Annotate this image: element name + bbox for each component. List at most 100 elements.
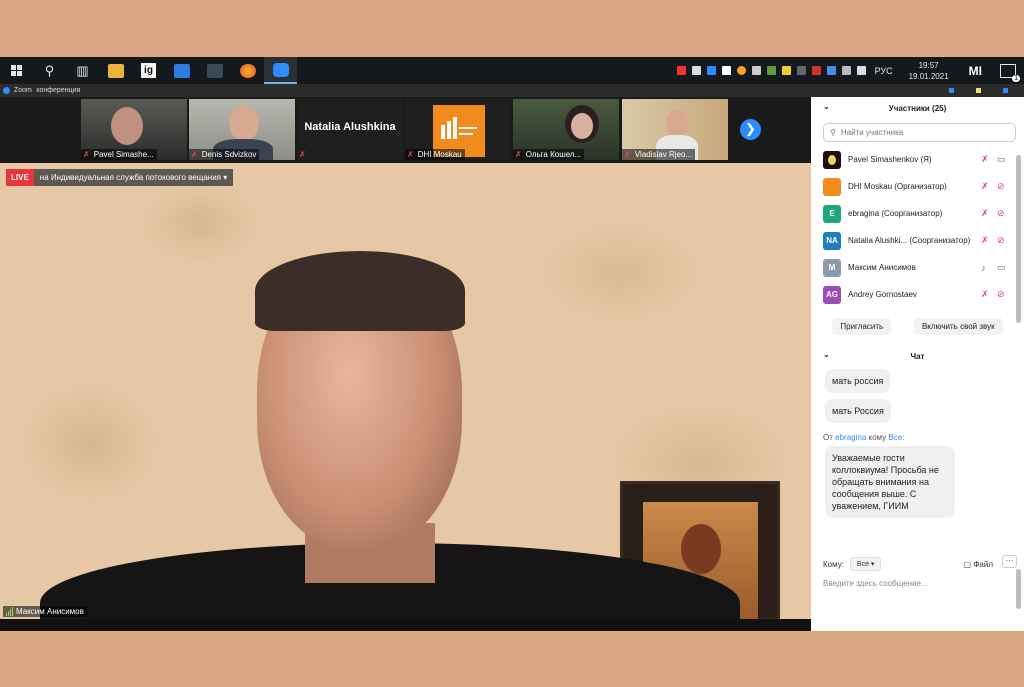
- camera-icon[interactable]: ▭: [997, 154, 1006, 165]
- video-tile[interactable]: Natalia Alushkina ✗: [297, 99, 403, 160]
- chevron-down-icon[interactable]: ⌄: [823, 102, 830, 111]
- tray-orange-icon[interactable]: [736, 66, 746, 75]
- video-strip: ✗ Pavel Simashe... ✗ Denis Sdvizkov Natali…: [0, 97, 811, 163]
- tray-red-icon[interactable]: [676, 66, 686, 75]
- notification-icon[interactable]: 1: [1000, 63, 1020, 82]
- participants-scrollbar[interactable]: [1016, 155, 1021, 323]
- sender-name[interactable]: ebragina: [835, 433, 866, 442]
- mic-muted-icon: ✗: [624, 150, 631, 159]
- tray-green-icon[interactable]: [766, 66, 776, 75]
- camera-off-icon[interactable]: ⊘: [997, 181, 1005, 192]
- file-label: Файл: [973, 559, 993, 569]
- tray-bluetooth-icon[interactable]: [826, 66, 836, 75]
- camera-off-icon[interactable]: ⊘: [997, 208, 1005, 219]
- unmute-self-button[interactable]: Включить свой звук: [913, 318, 1003, 335]
- video-tile[interactable]: ✗ Vladislav Rjeo...: [622, 99, 728, 160]
- mi-app-icon[interactable]: MI: [969, 64, 982, 78]
- next-page-button[interactable]: ❯: [740, 119, 761, 140]
- search-icon: ⚲: [830, 128, 836, 137]
- file-icon: ▢: [963, 559, 972, 569]
- clock-date: 19.01.2021: [908, 71, 949, 81]
- chat-title: Чат: [910, 351, 925, 361]
- video-tile[interactable]: ✗ Denis Sdvizkov: [189, 99, 295, 160]
- mic-muted-icon[interactable]: ✗: [981, 289, 989, 300]
- tray-network-icon[interactable]: [841, 66, 851, 75]
- maximize-button[interactable]: [976, 88, 981, 93]
- chat-message: Уважаемые гости коллоквиума! Просьба не …: [825, 446, 955, 518]
- more-options-button[interactable]: ···: [1002, 555, 1017, 568]
- tray-bar-icon[interactable]: [811, 66, 821, 75]
- participant-name: DHI Moskau (Организатор): [848, 182, 947, 191]
- recipient-name[interactable]: Все:: [888, 433, 904, 442]
- participant-list: Pavel Simashenkov (Я) ✗ ▭ DHI Moskau (Ор…: [811, 146, 1024, 308]
- tray-flag-icon[interactable]: [796, 66, 806, 75]
- mic-muted-icon[interactable]: ✗: [981, 181, 989, 192]
- language-indicator[interactable]: РУС: [875, 66, 893, 76]
- avatar: AG: [823, 285, 841, 304]
- recipient-value: Все: [856, 561, 869, 568]
- wps-app-button[interactable]: [165, 57, 198, 84]
- tile-name-text: Vladislav Rjeo...: [634, 150, 693, 159]
- camera-icon[interactable]: ▭: [997, 262, 1006, 273]
- search-taskbar-button[interactable]: ⚲: [33, 57, 66, 84]
- active-speaker-video[interactable]: LIVE на Индивидуальная служба потокового…: [0, 163, 811, 619]
- participants-title: Участники (25): [888, 103, 947, 113]
- chevron-down-icon[interactable]: ⌄: [823, 350, 830, 359]
- video-tile[interactable]: ✗ DHI Moskau: [405, 99, 511, 160]
- video-tile-name: ✗ Ольга Кошел...: [513, 149, 585, 160]
- video-tile[interactable]: ✗ Ольга Кошел...: [513, 99, 619, 160]
- clock-time: 19:57: [918, 60, 939, 70]
- avatar: M: [823, 258, 841, 277]
- participant-row[interactable]: AG Andrey Gornostaev ✗ ⊘: [811, 281, 1024, 308]
- participant-name: Pavel Simashenkov (Я): [848, 155, 932, 164]
- start-button[interactable]: [0, 57, 33, 84]
- invite-button[interactable]: Пригласить: [832, 318, 892, 335]
- avatar: E: [823, 204, 841, 223]
- ig-app-button[interactable]: ig: [132, 57, 165, 84]
- video-tile[interactable]: ✗ Pavel Simashe...: [81, 99, 187, 160]
- task-view-icon: ▥: [76, 62, 89, 78]
- participant-row[interactable]: NA Natalia Alushki... (Соорганизатор) ✗ …: [811, 227, 1024, 254]
- chat-sender-line: От ebragina кому Все:: [823, 433, 1024, 442]
- app-window-icon: [206, 63, 223, 78]
- participant-name: Natalia Alushki... (Соорганизатор): [848, 236, 971, 245]
- mic-muted-icon[interactable]: ✗: [981, 235, 989, 246]
- tray-i-icon[interactable]: [721, 66, 731, 75]
- zoom-icon: [272, 62, 289, 77]
- zoom-taskbar-button[interactable]: [264, 57, 297, 84]
- file-explorer-button[interactable]: [99, 57, 132, 84]
- mic-muted-icon[interactable]: ✗: [981, 208, 989, 219]
- from-prefix: От: [823, 433, 833, 442]
- firefox-button[interactable]: [231, 57, 264, 84]
- tray-volume-icon[interactable]: [856, 66, 866, 75]
- to-label: Кому:: [823, 559, 844, 569]
- minimize-button[interactable]: [949, 88, 954, 93]
- mic-muted-icon[interactable]: ✗: [981, 154, 989, 165]
- participant-name: Максим Анисимов: [848, 263, 916, 272]
- video-tile-name: ✗ Pavel Simashe...: [81, 149, 157, 160]
- recipient-select[interactable]: Все ▾: [849, 557, 882, 571]
- camera-off-icon[interactable]: ⊘: [997, 289, 1005, 300]
- chat-input[interactable]: Введите здесь сообщение...: [823, 579, 928, 588]
- participant-row[interactable]: M Максим Анисимов ♪ ▭: [811, 254, 1024, 281]
- file-button[interactable]: ▢ Файл: [964, 560, 993, 569]
- to-word: кому: [868, 433, 887, 442]
- tray-shield-icon[interactable]: [781, 66, 791, 75]
- close-button[interactable]: [1003, 88, 1008, 93]
- live-indicator[interactable]: LIVE на Индивидуальная служба потокового…: [6, 169, 234, 186]
- mic-icon[interactable]: ♪: [981, 263, 986, 273]
- windows-logo-icon: [11, 65, 22, 76]
- participant-row[interactable]: E ebragina (Соорганизатор) ✗ ⊘: [811, 200, 1024, 227]
- participant-row[interactable]: Pavel Simashenkov (Я) ✗ ▭: [811, 146, 1024, 173]
- participant-search-input[interactable]: ⚲ Найти участника: [823, 123, 1016, 142]
- app-button-dark[interactable]: [198, 57, 231, 84]
- participant-row[interactable]: DHI Moskau (Организатор) ✗ ⊘: [811, 173, 1024, 200]
- tray-zoom-icon[interactable]: [706, 66, 716, 75]
- tray-usb-icon[interactable]: [691, 66, 701, 75]
- camera-off-icon[interactable]: ⊘: [997, 235, 1005, 246]
- clock[interactable]: 19:57 19.01.2021: [909, 60, 949, 82]
- mic-muted-icon: ✗: [83, 150, 90, 159]
- tray-doc-icon[interactable]: [751, 66, 761, 75]
- chat-scrollbar[interactable]: [1016, 569, 1021, 609]
- task-view-button[interactable]: ▥: [66, 57, 99, 84]
